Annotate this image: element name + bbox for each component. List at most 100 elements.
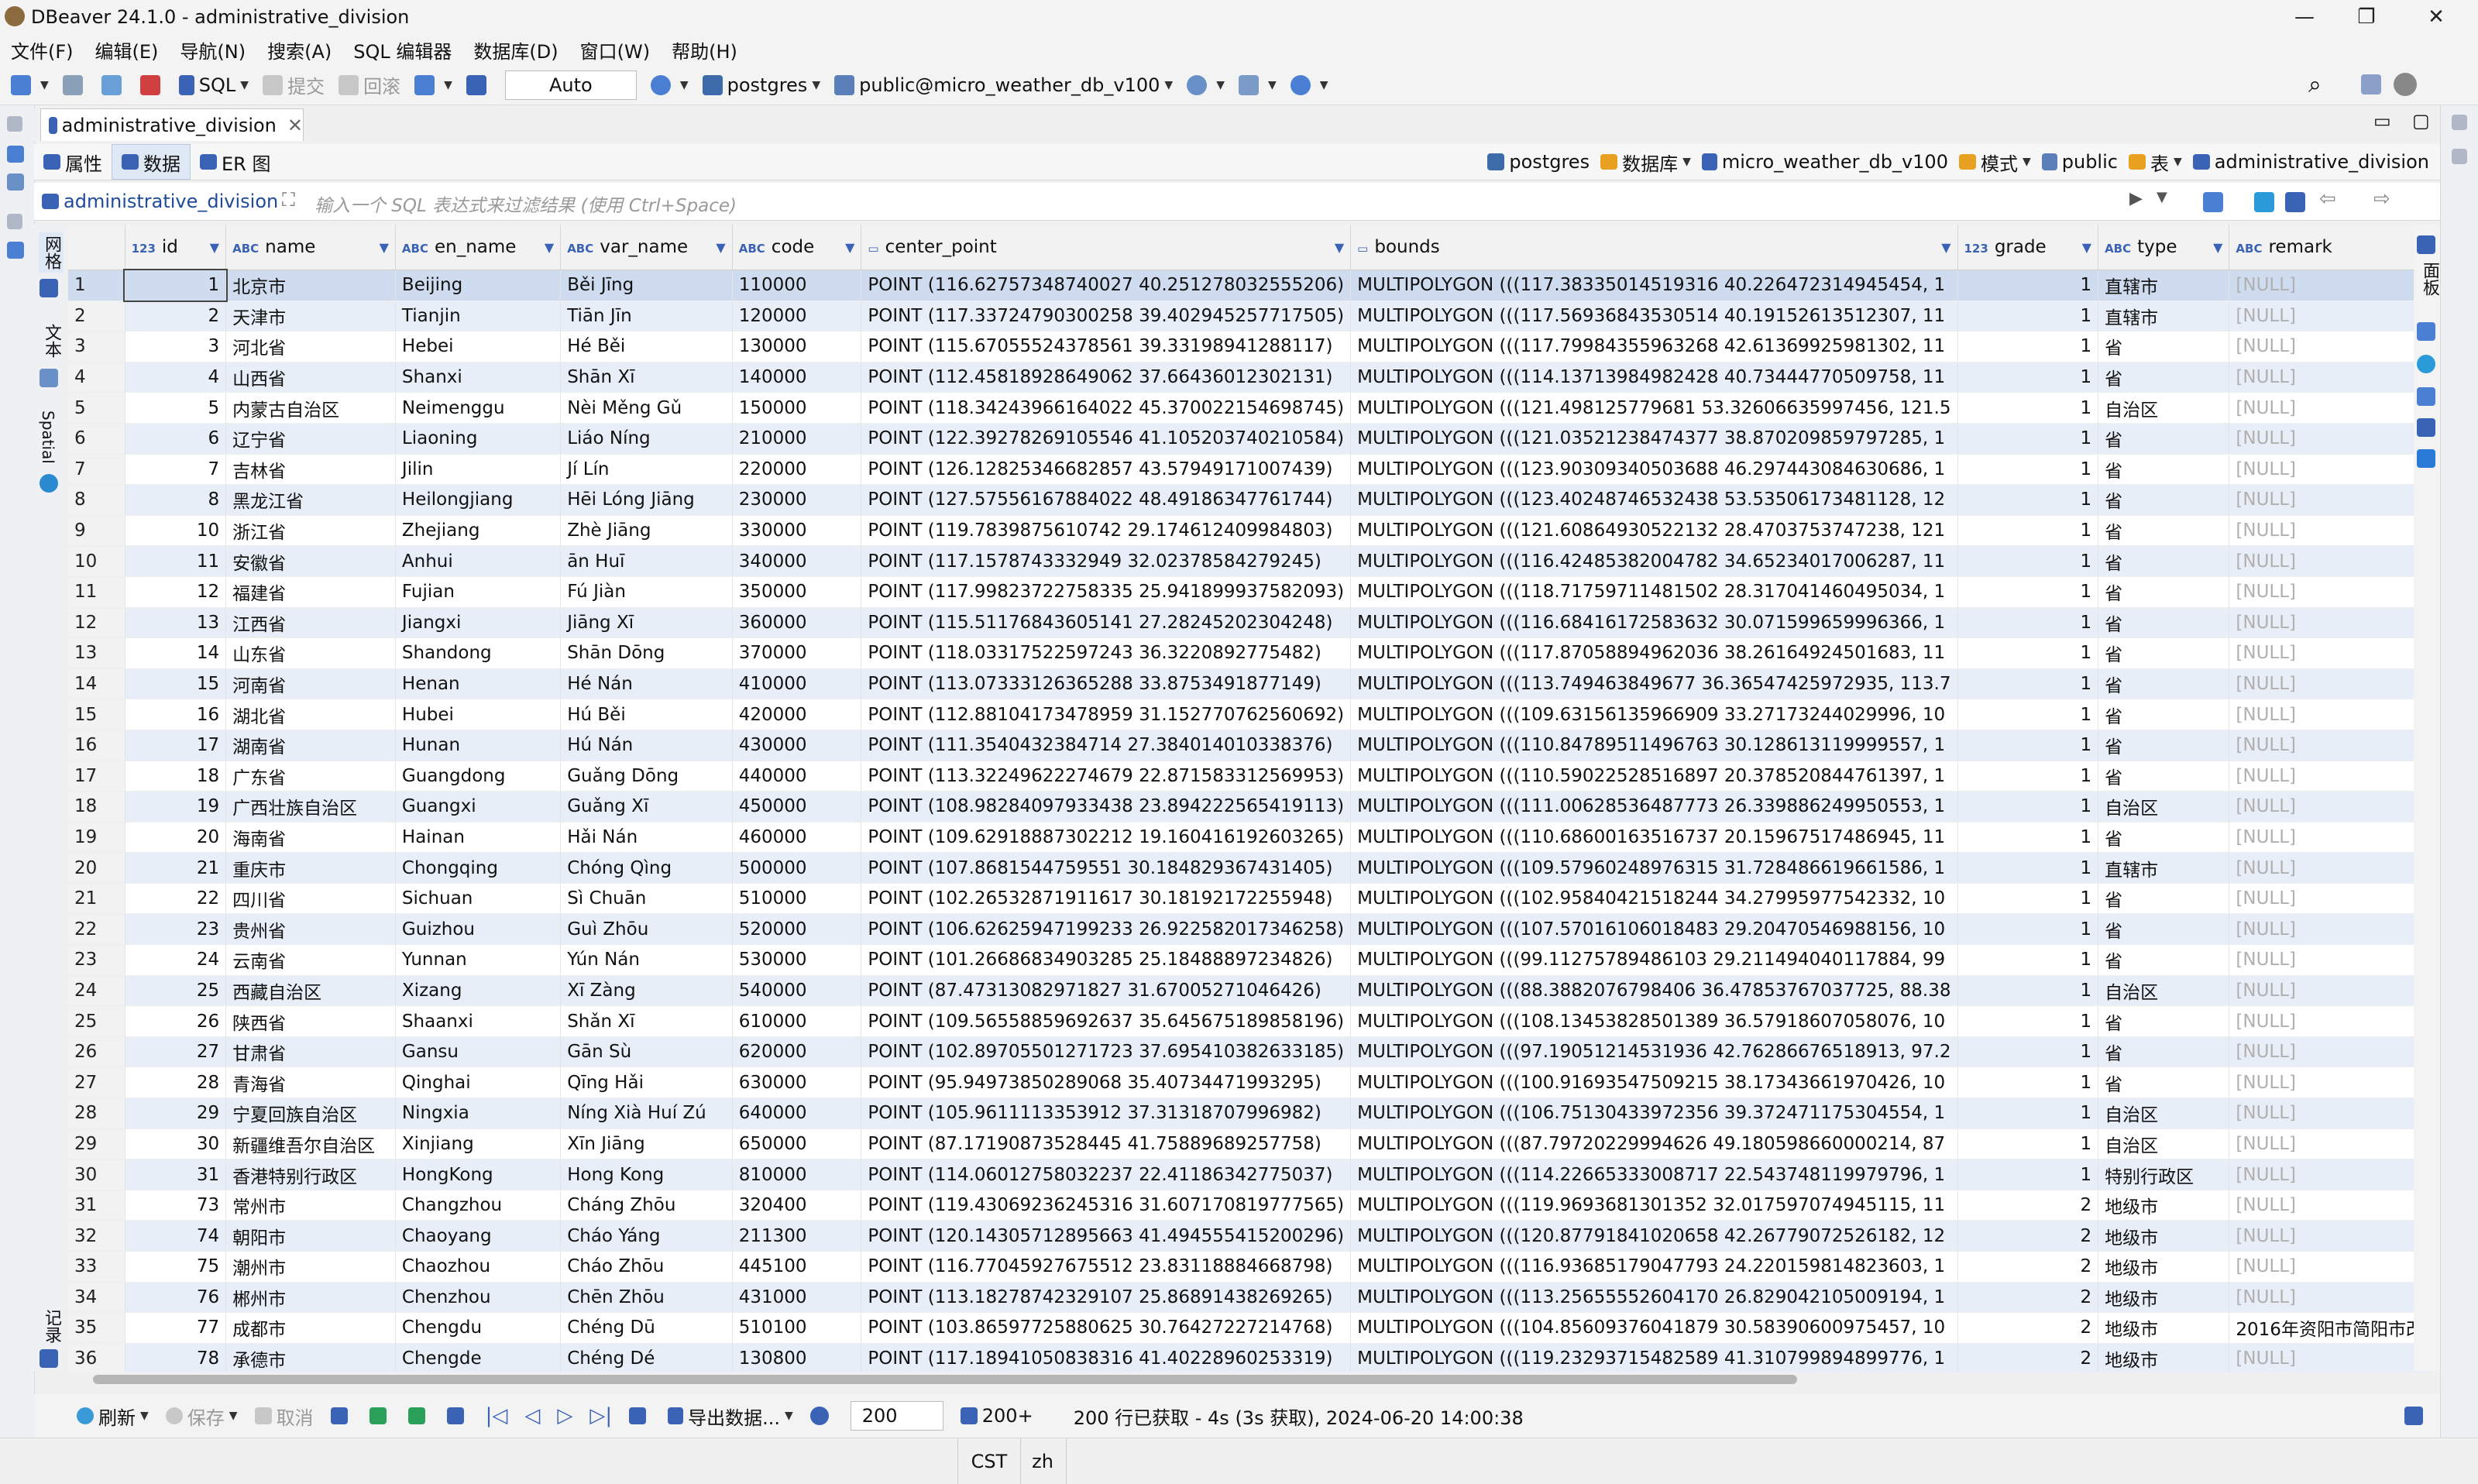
cell-center_point[interactable]: POINT (107.8681544759551 30.184829367431… [861, 852, 1352, 884]
cell-type[interactable]: 自治区 [2098, 1098, 2230, 1129]
menu-file[interactable]: 文件(F) [11, 36, 74, 64]
cell-grade[interactable]: 1 [1957, 1098, 2099, 1129]
table-row[interactable]: 7 7 吉林省 Jilin Jí Lín 220000 POINT (126.1282534… [68, 454, 2431, 486]
cell-remark[interactable]: [NULL] [2229, 392, 2431, 424]
cell-grade[interactable]: 1 [1957, 730, 2099, 761]
cell-id[interactable]: 26 [125, 1005, 227, 1037]
table-row[interactable]: 15 16 湖北省 Hubei Hú Běi 420000 POINT (112.88104… [68, 699, 2431, 730]
cell-remark[interactable]: [NULL] [2229, 852, 2431, 884]
cell-en_name[interactable]: HongKong [395, 1159, 562, 1190]
cell-name[interactable]: 朝阳市 [225, 1220, 396, 1252]
transaction-mode-combo[interactable]: Auto [504, 70, 637, 100]
row-number[interactable]: 21 [68, 883, 125, 915]
cell-bounds[interactable]: MULTIPOLYGON (((107.57016106018483 29.20… [1350, 913, 1958, 946]
table-row[interactable]: 6 6 辽宁省 Liaoning Liáo Níng 210000 POINT (122.3… [68, 423, 2431, 455]
cell-name[interactable]: 海南省 [225, 822, 396, 854]
cell-remark[interactable]: [NULL] [2229, 1128, 2431, 1160]
cell-remark[interactable]: [NULL] [2229, 1067, 2431, 1099]
search-tools-button[interactable]: ▼ [1290, 74, 1328, 95]
row-number[interactable]: 14 [68, 668, 125, 700]
cell-center_point[interactable]: POINT (106.62625947199233 26.92258201734… [861, 913, 1352, 946]
cell-code[interactable]: 360000 [732, 607, 862, 639]
cell-id[interactable]: 22 [125, 883, 227, 915]
cell-id[interactable]: 4 [125, 362, 227, 393]
cell-grade[interactable]: 1 [1957, 1005, 2099, 1037]
cell-type[interactable]: 直辖市 [2098, 270, 2230, 301]
new-connection-button[interactable]: ▼ [11, 74, 49, 95]
table-row[interactable]: 8 8 黑龙江省 Heilongjiang Hēi Lóng Jiāng 230000 PO… [68, 484, 2431, 516]
cell-var_name[interactable]: Sì Chuān [560, 883, 733, 915]
sort-filter-icon[interactable]: ▼ [545, 240, 554, 255]
cell-code[interactable]: 320400 [732, 1190, 862, 1221]
delete-row-button[interactable] [446, 1407, 469, 1424]
table-row[interactable]: 5 5 内蒙古自治区 Neimenggu Nèi Měng Gǔ 150000 POINT … [68, 392, 2431, 424]
cell-code[interactable]: 510000 [732, 883, 862, 915]
cell-en_name[interactable]: Beijing [395, 270, 562, 301]
cell-remark[interactable]: [NULL] [2229, 1159, 2431, 1190]
cell-remark[interactable]: [NULL] [2229, 730, 2431, 761]
cell-bounds[interactable]: MULTIPOLYGON (((106.75130433972356 39.37… [1350, 1098, 1958, 1129]
cell-bounds[interactable]: MULTIPOLYGON (((108.13453828501389 36.57… [1350, 1005, 1958, 1037]
metadata-icon[interactable] [2417, 355, 2435, 373]
cell-en_name[interactable]: Xinjiang [395, 1128, 562, 1160]
erase-filter-icon[interactable] [2203, 192, 2223, 212]
breadcrumb-table[interactable]: administrative_division [2192, 151, 2429, 173]
table-row[interactable]: 3 3 河北省 Hebei Hé Běi 130000 POINT (115.6705552… [68, 331, 2431, 362]
column-header-9[interactable]: ABCremark▼ [2229, 225, 2431, 270]
cell-type[interactable]: 省 [2098, 913, 2230, 946]
cell-name[interactable]: 重庆市 [225, 852, 396, 884]
cell-bounds[interactable]: MULTIPOLYGON (((117.79984355963268 42.61… [1350, 331, 1958, 362]
cell-center_point[interactable]: POINT (109.56558859692637 35.64567518985… [861, 1005, 1352, 1037]
cell-code[interactable]: 630000 [732, 1067, 862, 1099]
cell-center_point[interactable]: POINT (117.33724790300258 39.40294525771… [861, 301, 1352, 332]
active-schema-selector[interactable]: public@micro_weather_db_v100 ▼ [834, 74, 1173, 96]
cell-name[interactable]: 浙江省 [225, 515, 396, 547]
table-row[interactable]: 16 17 湖南省 Hunan Hú Nán 430000 POINT (111.35404… [68, 730, 2431, 761]
cell-id[interactable]: 73 [125, 1190, 227, 1221]
cell-id[interactable]: 76 [125, 1282, 227, 1314]
cell-grade[interactable]: 1 [1957, 515, 2099, 547]
cell-grade[interactable]: 1 [1957, 1159, 2099, 1190]
row-number-header[interactable] [68, 225, 125, 270]
cell-en_name[interactable]: Sichuan [395, 883, 562, 915]
cell-id[interactable]: 14 [125, 637, 227, 669]
cell-var_name[interactable]: Xīn Jiāng [560, 1128, 733, 1160]
tab-text[interactable]: 文本 [39, 324, 64, 358]
row-number[interactable]: 32 [68, 1220, 125, 1252]
record-icon[interactable] [40, 1349, 58, 1368]
column-header-3[interactable]: ABC var_name ▼ [560, 225, 733, 270]
cell-center_point[interactable]: POINT (116.77045927675512 23.83118884668… [861, 1251, 1352, 1283]
cell-bounds[interactable]: MULTIPOLYGON (((110.84789511496763 30.12… [1350, 730, 1958, 761]
row-number[interactable]: 1 [68, 270, 125, 301]
cell-var_name[interactable]: Jiāng Xī [560, 607, 733, 639]
cell-var_name[interactable]: Chéng Dū [560, 1312, 733, 1344]
cell-bounds[interactable]: MULTIPOLYGON (((119.23293715482589 41.31… [1350, 1343, 1958, 1372]
cell-var_name[interactable]: Guǎng Xī [560, 791, 733, 823]
cell-type[interactable]: 省 [2098, 331, 2230, 362]
filter-settings-icon[interactable] [2254, 192, 2274, 212]
sort-filter-icon[interactable]: ▼ [845, 240, 854, 255]
cell-type[interactable]: 地级市 [2098, 1282, 2230, 1314]
cell-remark[interactable]: [NULL] [2229, 1005, 2431, 1037]
cell-grade[interactable]: 2 [1957, 1282, 2099, 1314]
cell-type[interactable]: 自治区 [2098, 392, 2230, 424]
cell-grade[interactable]: 1 [1957, 637, 2099, 669]
maximize-button[interactable]: ❐ [2332, 0, 2401, 34]
cell-code[interactable]: 440000 [732, 761, 862, 792]
cell-code[interactable]: 110000 [732, 270, 862, 301]
cell-var_name[interactable]: Guǎng Dōng [560, 761, 733, 792]
cell-grade[interactable]: 1 [1957, 944, 2099, 976]
cell-id[interactable]: 6 [125, 423, 227, 455]
cell-var_name[interactable]: Hǎi Nán [560, 822, 733, 854]
calc-icon[interactable] [2417, 387, 2435, 406]
cell-grade[interactable]: 1 [1957, 699, 2099, 730]
cell-type[interactable]: 地级市 [2098, 1343, 2230, 1372]
menu-database[interactable]: 数据库(D) [473, 36, 558, 64]
cell-var_name[interactable]: Yún Nán [560, 944, 733, 976]
cell-name[interactable]: 青海省 [225, 1067, 396, 1099]
cell-center_point[interactable]: POINT (102.26532871911617 30.18192172255… [861, 883, 1352, 915]
cell-remark[interactable]: [NULL] [2229, 301, 2431, 332]
cell-en_name[interactable]: Changzhou [395, 1190, 562, 1221]
cell-grade[interactable]: 1 [1957, 761, 2099, 792]
cell-id[interactable]: 7 [125, 454, 227, 486]
